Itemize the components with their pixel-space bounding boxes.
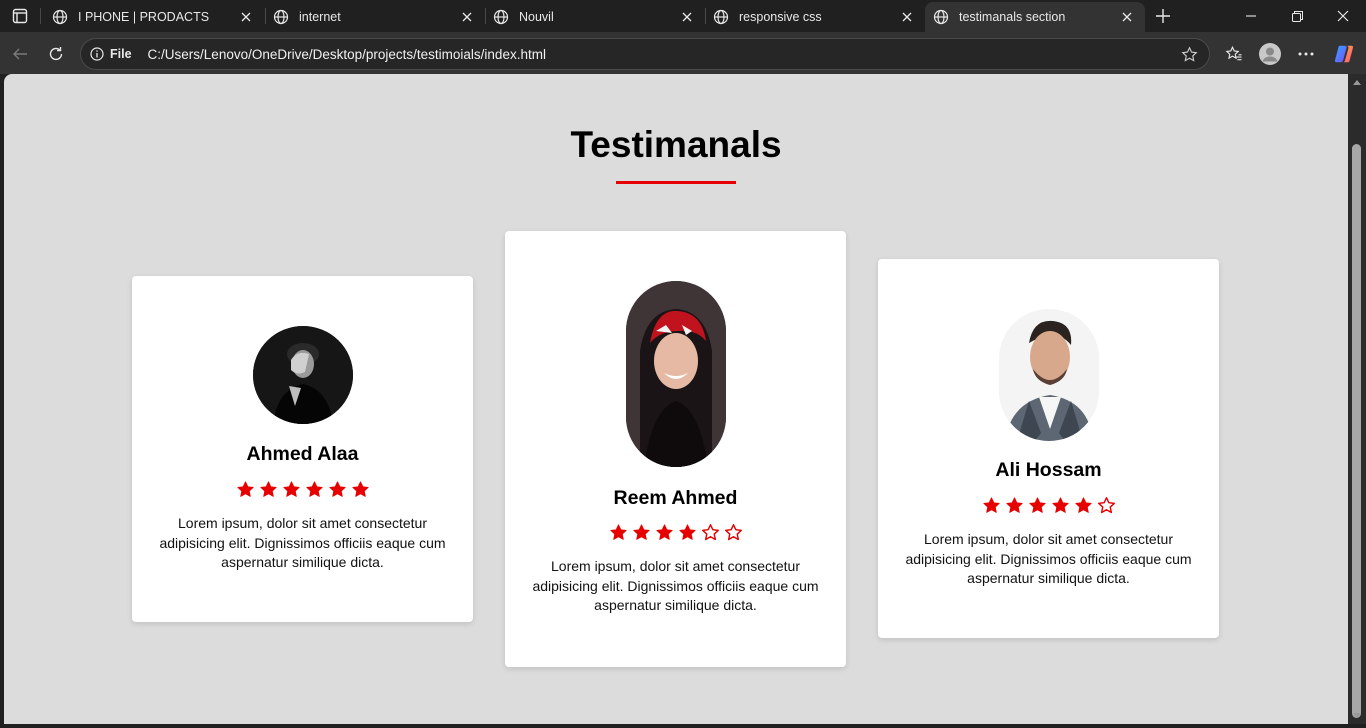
close-icon[interactable] bbox=[238, 9, 254, 25]
star-filled-icon bbox=[282, 481, 300, 497]
testimonial-card-ali-hossam: Ali Hossam Lorem ipsum, dolor sit amet c… bbox=[878, 259, 1219, 638]
close-window-button[interactable] bbox=[1320, 0, 1366, 32]
tab-title: I PHONE | PRODACTS bbox=[78, 10, 210, 24]
star-rating bbox=[132, 480, 473, 499]
star-outline-icon bbox=[724, 524, 742, 541]
copilot-icon bbox=[1334, 45, 1354, 63]
tab-title: testimanals section bbox=[959, 10, 1066, 24]
minimize-button[interactable] bbox=[1228, 0, 1274, 32]
back-arrow-icon bbox=[13, 48, 27, 60]
section-title: Testimanals bbox=[570, 124, 782, 165]
avatar bbox=[1259, 43, 1281, 65]
tab-iphone-products[interactable]: I PHONE | PRODACTS bbox=[44, 2, 264, 32]
man-grey-suit-portrait bbox=[999, 309, 1099, 441]
tab-responsive-css[interactable]: responsive css bbox=[705, 2, 925, 32]
testimonial-text: Lorem ipsum, dolor sit amet consectetur … bbox=[905, 531, 1192, 586]
testimonial-text: Lorem ipsum, dolor sit amet consectetur … bbox=[159, 515, 446, 570]
avatar bbox=[626, 281, 726, 467]
star-filled-icon bbox=[678, 524, 696, 540]
testimonial-text: Lorem ipsum, dolor sit amet consectetur … bbox=[532, 558, 819, 613]
title-underline bbox=[616, 181, 736, 184]
tab-testimanals-section[interactable]: testimanals section bbox=[925, 2, 1145, 32]
avatar bbox=[253, 326, 353, 424]
globe-icon bbox=[493, 9, 509, 25]
back-button[interactable] bbox=[6, 40, 34, 68]
globe-icon bbox=[52, 9, 68, 25]
site-info-label: File bbox=[110, 47, 132, 61]
star-filled-icon bbox=[1074, 497, 1092, 513]
tab-strip: I PHONE | PRODACTS internet Nouvil respo… bbox=[0, 0, 1366, 32]
tab-title: internet bbox=[299, 10, 341, 24]
minimize-icon bbox=[1246, 15, 1256, 17]
close-icon[interactable] bbox=[679, 9, 695, 25]
url-text[interactable]: C:/Users/Lenovo/OneDrive/Desktop/project… bbox=[148, 47, 1175, 62]
testimonial-name: Ali Hossam bbox=[995, 459, 1102, 481]
star-filled-icon bbox=[351, 481, 369, 497]
address-bar[interactable]: File C:/Users/Lenovo/OneDrive/Desktop/pr… bbox=[80, 38, 1210, 70]
close-icon[interactable] bbox=[459, 9, 475, 25]
star-filled-icon bbox=[1028, 497, 1046, 513]
refresh-icon bbox=[49, 47, 63, 61]
add-favorite-button[interactable] bbox=[1175, 40, 1203, 68]
man-black-and-white-portrait bbox=[253, 326, 353, 424]
testimonial-card-reem-ahmed: Reem Ahmed Lorem ipsum, dolor sit amet c… bbox=[505, 231, 846, 667]
testimonial-card-ahmed-alaa: Ahmed Alaa Lorem ipsum, dolor sit amet c… bbox=[132, 276, 473, 622]
globe-icon bbox=[933, 9, 949, 25]
star-filled-icon bbox=[1005, 497, 1023, 513]
star-filled-icon bbox=[609, 524, 627, 540]
close-icon[interactable] bbox=[1119, 9, 1135, 25]
star-rating bbox=[878, 496, 1219, 515]
star-outline-icon bbox=[1097, 497, 1115, 514]
new-tab-button[interactable] bbox=[1152, 5, 1174, 27]
copilot-button[interactable] bbox=[1330, 40, 1358, 68]
more-dots-icon bbox=[1298, 52, 1314, 56]
favorites-button[interactable] bbox=[1220, 40, 1248, 68]
star-filled-icon bbox=[655, 524, 673, 540]
star-filled-icon bbox=[1051, 497, 1069, 513]
info-icon bbox=[90, 47, 104, 61]
globe-icon bbox=[273, 9, 289, 25]
scroll-down-arrow-icon[interactable] bbox=[1353, 713, 1361, 718]
site-info-button[interactable]: File bbox=[90, 47, 132, 61]
profile-button[interactable] bbox=[1256, 40, 1284, 68]
star-outline-icon bbox=[701, 524, 719, 541]
settings-more-button[interactable] bbox=[1292, 40, 1320, 68]
page-viewport: Testimanals Ahmed Alaa Lorem ipsum, dolo… bbox=[4, 74, 1348, 724]
testimonial-name: Reem Ahmed bbox=[613, 487, 738, 509]
browser-toolbar: File C:/Users/Lenovo/OneDrive/Desktop/pr… bbox=[0, 32, 1366, 74]
refresh-button[interactable] bbox=[42, 40, 70, 68]
vertical-scrollbar[interactable] bbox=[1348, 74, 1366, 724]
star-filled-icon bbox=[259, 481, 277, 497]
restore-icon bbox=[1291, 10, 1303, 22]
star-filled-icon bbox=[982, 497, 1000, 513]
scrollbar-thumb[interactable] bbox=[1352, 144, 1361, 718]
woman-red-headscarf-portrait bbox=[626, 281, 726, 467]
close-icon bbox=[1337, 10, 1349, 22]
restore-button[interactable] bbox=[1274, 0, 1320, 32]
tab-nouvil[interactable]: Nouvil bbox=[485, 2, 705, 32]
favorites-icon bbox=[1225, 45, 1242, 61]
tab-actions-icon bbox=[12, 8, 28, 24]
tab-actions-button[interactable] bbox=[6, 4, 34, 28]
tab-title: responsive css bbox=[739, 10, 822, 24]
avatar bbox=[999, 309, 1099, 441]
globe-icon bbox=[713, 9, 729, 25]
star-outline-icon bbox=[1180, 45, 1198, 62]
tab-internet[interactable]: internet bbox=[265, 2, 485, 32]
star-filled-icon bbox=[632, 524, 650, 540]
star-filled-icon bbox=[328, 481, 346, 497]
star-filled-icon bbox=[305, 481, 323, 497]
tab-title: Nouvil bbox=[519, 10, 554, 24]
star-rating bbox=[505, 523, 846, 542]
testimonial-name: Ahmed Alaa bbox=[246, 443, 359, 465]
scroll-up-arrow-icon[interactable] bbox=[1353, 80, 1361, 85]
star-filled-icon bbox=[236, 481, 254, 497]
close-icon[interactable] bbox=[899, 9, 915, 25]
plus-icon bbox=[1156, 9, 1170, 23]
tab-separator bbox=[40, 8, 41, 24]
